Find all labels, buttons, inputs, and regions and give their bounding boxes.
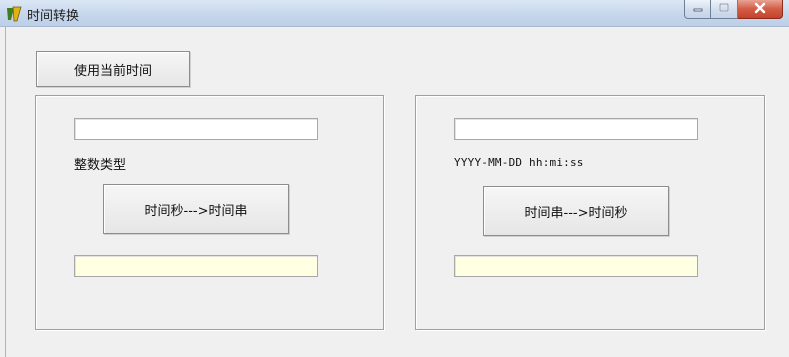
close-icon <box>753 2 767 17</box>
caption-buttons <box>684 0 783 20</box>
time-format-label: YYYY-MM-DD hh:mi:ss <box>454 156 584 169</box>
app-window: 时间转换 使用当前时间 整数类型 时间秒--->时间串 YYYY-MM-DD h… <box>0 0 789 357</box>
title-bar[interactable]: 时间转换 <box>0 0 789 27</box>
minimize-button[interactable] <box>684 0 711 19</box>
seconds-output-field[interactable] <box>454 255 698 277</box>
seconds-to-string-button[interactable]: 时间秒--->时间串 <box>103 184 289 234</box>
time-string-input[interactable] <box>454 118 698 140</box>
minimize-icon <box>692 2 704 16</box>
string-to-seconds-button[interactable]: 时间串--->时间秒 <box>483 186 669 236</box>
window-title: 时间转换 <box>27 9 80 24</box>
seconds-to-string-group: 整数类型 时间秒--->时间串 <box>35 95 384 330</box>
maximize-button[interactable] <box>711 0 738 19</box>
seconds-input[interactable] <box>74 118 318 140</box>
string-to-seconds-group: YYYY-MM-DD hh:mi:ss 时间串--->时间秒 <box>415 95 765 330</box>
maximize-icon <box>718 2 730 16</box>
integer-type-label: 整数类型 <box>74 158 127 173</box>
use-current-time-button[interactable]: 使用当前时间 <box>36 51 190 87</box>
close-button[interactable] <box>738 0 783 19</box>
client-area: 使用当前时间 整数类型 时间秒--->时间串 YYYY-MM-DD hh:mi:… <box>5 27 784 357</box>
string-output-field[interactable] <box>74 255 318 277</box>
app-logo-icon <box>5 5 23 23</box>
